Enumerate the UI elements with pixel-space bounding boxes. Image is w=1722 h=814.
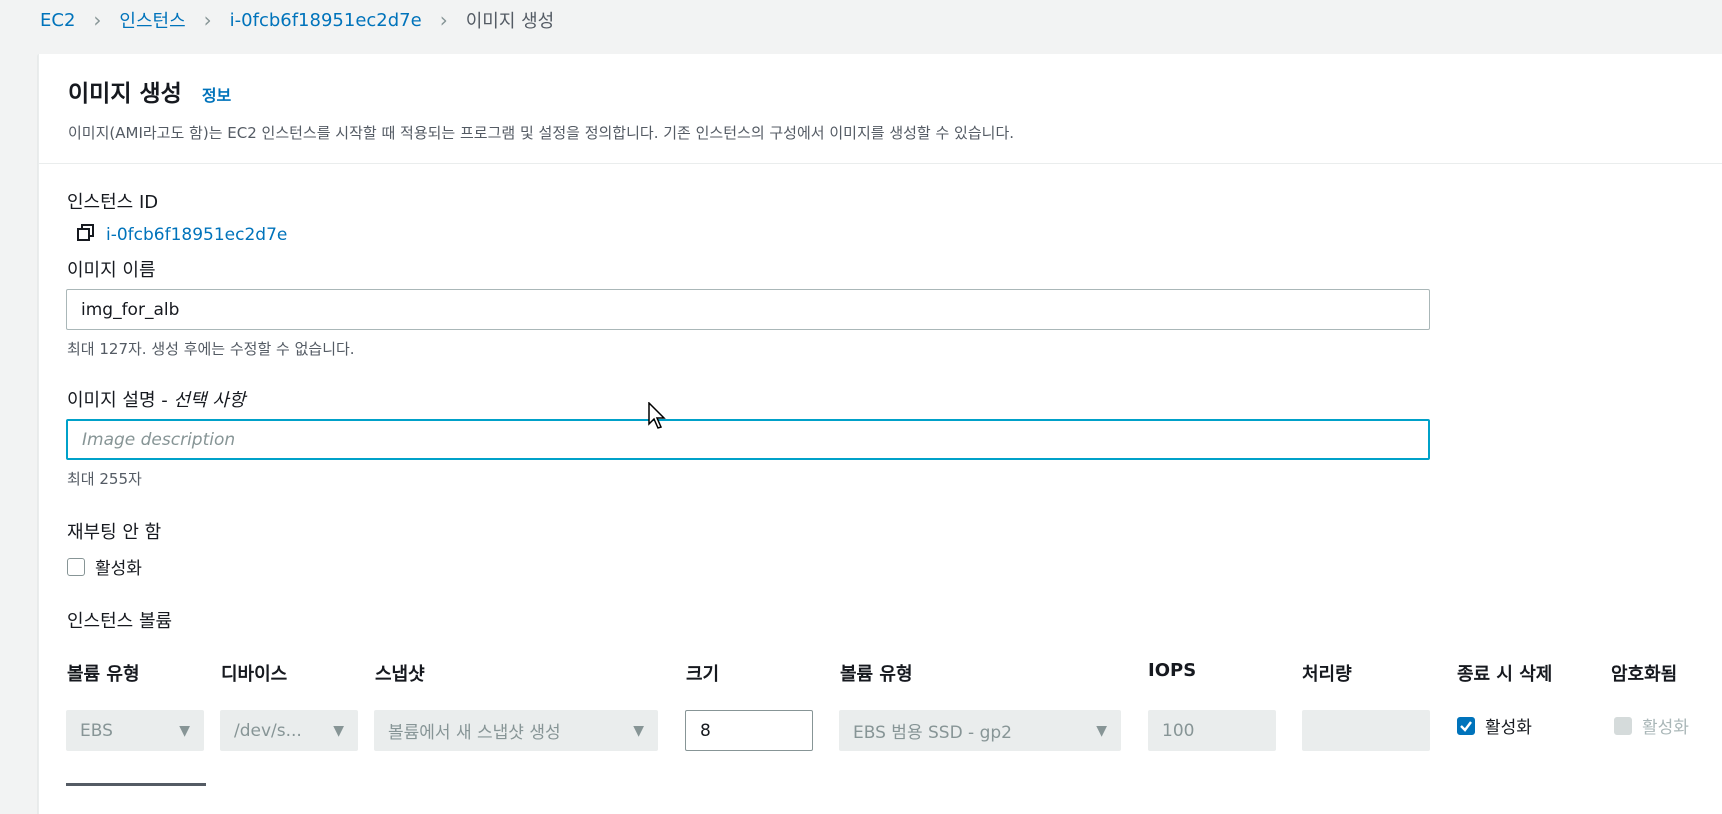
col-throughput: 처리량 xyxy=(1302,664,1352,685)
no-reboot-label: 재부팅 안 함 xyxy=(67,522,162,543)
image-description-placeholder: Image description xyxy=(82,429,236,450)
delete-on-termination-checkbox[interactable] xyxy=(1457,716,1475,735)
instance-id-label: 인스턴스 ID xyxy=(67,192,159,213)
encrypted-checkbox xyxy=(1614,716,1632,735)
volume-type-value: EBS xyxy=(80,720,113,741)
delete-on-termination-row[interactable]: 활성화 xyxy=(1457,713,1532,738)
breadcrumb: EC2 › 인스턴스 › i-0fcb6f18951ec2d7e › 이미지 생… xyxy=(40,8,554,32)
col-encrypted: 암호화됨 xyxy=(1611,664,1678,685)
breadcrumb-current: 이미지 생성 xyxy=(465,11,555,32)
page-description: 이미지(AMI라고도 함)는 EC2 인스턴스를 시작할 때 적용되는 프로그램… xyxy=(68,124,1015,142)
instance-volumes-label: 인스턴스 볼륨 xyxy=(67,611,173,632)
col-ebs-volume-type: 볼륨 유형 xyxy=(840,664,913,685)
col-volume-type: 볼륨 유형 xyxy=(67,664,140,685)
page-title: 이미지 생성 xyxy=(68,81,182,107)
device-select: /dev/s... ▼ xyxy=(220,710,358,751)
caret-down-icon: ▼ xyxy=(179,722,190,739)
size-input[interactable]: 8 xyxy=(685,710,813,751)
image-description-label: 이미지 설명 - 선택 사항 xyxy=(67,386,245,412)
device-value: /dev/s... xyxy=(234,720,302,741)
iops-input: 100 xyxy=(1148,710,1276,751)
volume-type-select: EBS ▼ xyxy=(66,710,204,751)
caret-down-icon: ▼ xyxy=(1096,722,1107,739)
check-icon xyxy=(1460,720,1472,732)
optional-label: 선택 사항 xyxy=(173,390,246,411)
instance-id-value[interactable]: i-0fcb6f18951ec2d7e xyxy=(106,225,287,245)
chevron-right-icon: › xyxy=(439,8,448,32)
image-description-label-text: 이미지 설명 - xyxy=(67,390,174,411)
col-size: 크기 xyxy=(686,664,720,685)
throughput-input xyxy=(1302,710,1430,751)
mouse-cursor-icon xyxy=(648,401,666,434)
encrypted-label: 활성화 xyxy=(1642,718,1689,738)
snapshot-select: 볼륨에서 새 스냅샷 생성 ▼ xyxy=(374,710,658,751)
breadcrumb-ec2[interactable]: EC2 xyxy=(40,10,75,31)
caret-down-icon: ▼ xyxy=(633,722,644,739)
col-delete-on-termination: 종료 시 삭제 xyxy=(1457,664,1553,685)
image-name-input[interactable]: img_for_alb xyxy=(66,289,1430,330)
col-iops: IOPS xyxy=(1148,660,1197,681)
delete-on-termination-label[interactable]: 활성화 xyxy=(1485,713,1532,738)
col-device: 디바이스 xyxy=(221,664,288,685)
panel-header: 이미지 생성 정보 이미지(AMI라고도 함)는 EC2 인스턴스를 시작할 때… xyxy=(39,54,1722,164)
image-name-label: 이미지 이름 xyxy=(67,260,156,281)
info-link[interactable]: 정보 xyxy=(202,82,231,106)
breadcrumb-instance-id[interactable]: i-0fcb6f18951ec2d7e xyxy=(230,10,422,31)
caret-down-icon: ▼ xyxy=(333,722,344,739)
instance-id-row: i-0fcb6f18951ec2d7e xyxy=(76,223,287,247)
ebs-volume-type-value: EBS 범용 SSD - gp2 xyxy=(853,723,1012,743)
iops-value: 100 xyxy=(1162,720,1195,741)
image-description-input[interactable]: Image description xyxy=(66,419,1430,460)
no-reboot-checkbox-label[interactable]: 활성화 xyxy=(95,554,142,579)
image-name-hint: 최대 127자. 생성 후에는 수정할 수 없습니다. xyxy=(67,340,355,358)
no-reboot-checkbox[interactable] xyxy=(67,557,85,576)
no-reboot-row[interactable]: 활성화 xyxy=(67,554,142,579)
col-snapshot: 스냅샷 xyxy=(375,664,425,685)
breadcrumb-instances[interactable]: 인스턴스 xyxy=(119,7,185,33)
chevron-right-icon: › xyxy=(93,8,102,32)
copy-icon[interactable] xyxy=(76,223,96,247)
encrypted-row: 활성화 xyxy=(1614,713,1689,738)
snapshot-value: 볼륨에서 새 스냅샷 생성 xyxy=(388,723,561,743)
ebs-volume-type-select: EBS 범용 SSD - gp2 ▼ xyxy=(839,710,1121,751)
image-description-hint: 최대 255자 xyxy=(67,470,142,488)
chevron-right-icon: › xyxy=(203,8,212,32)
